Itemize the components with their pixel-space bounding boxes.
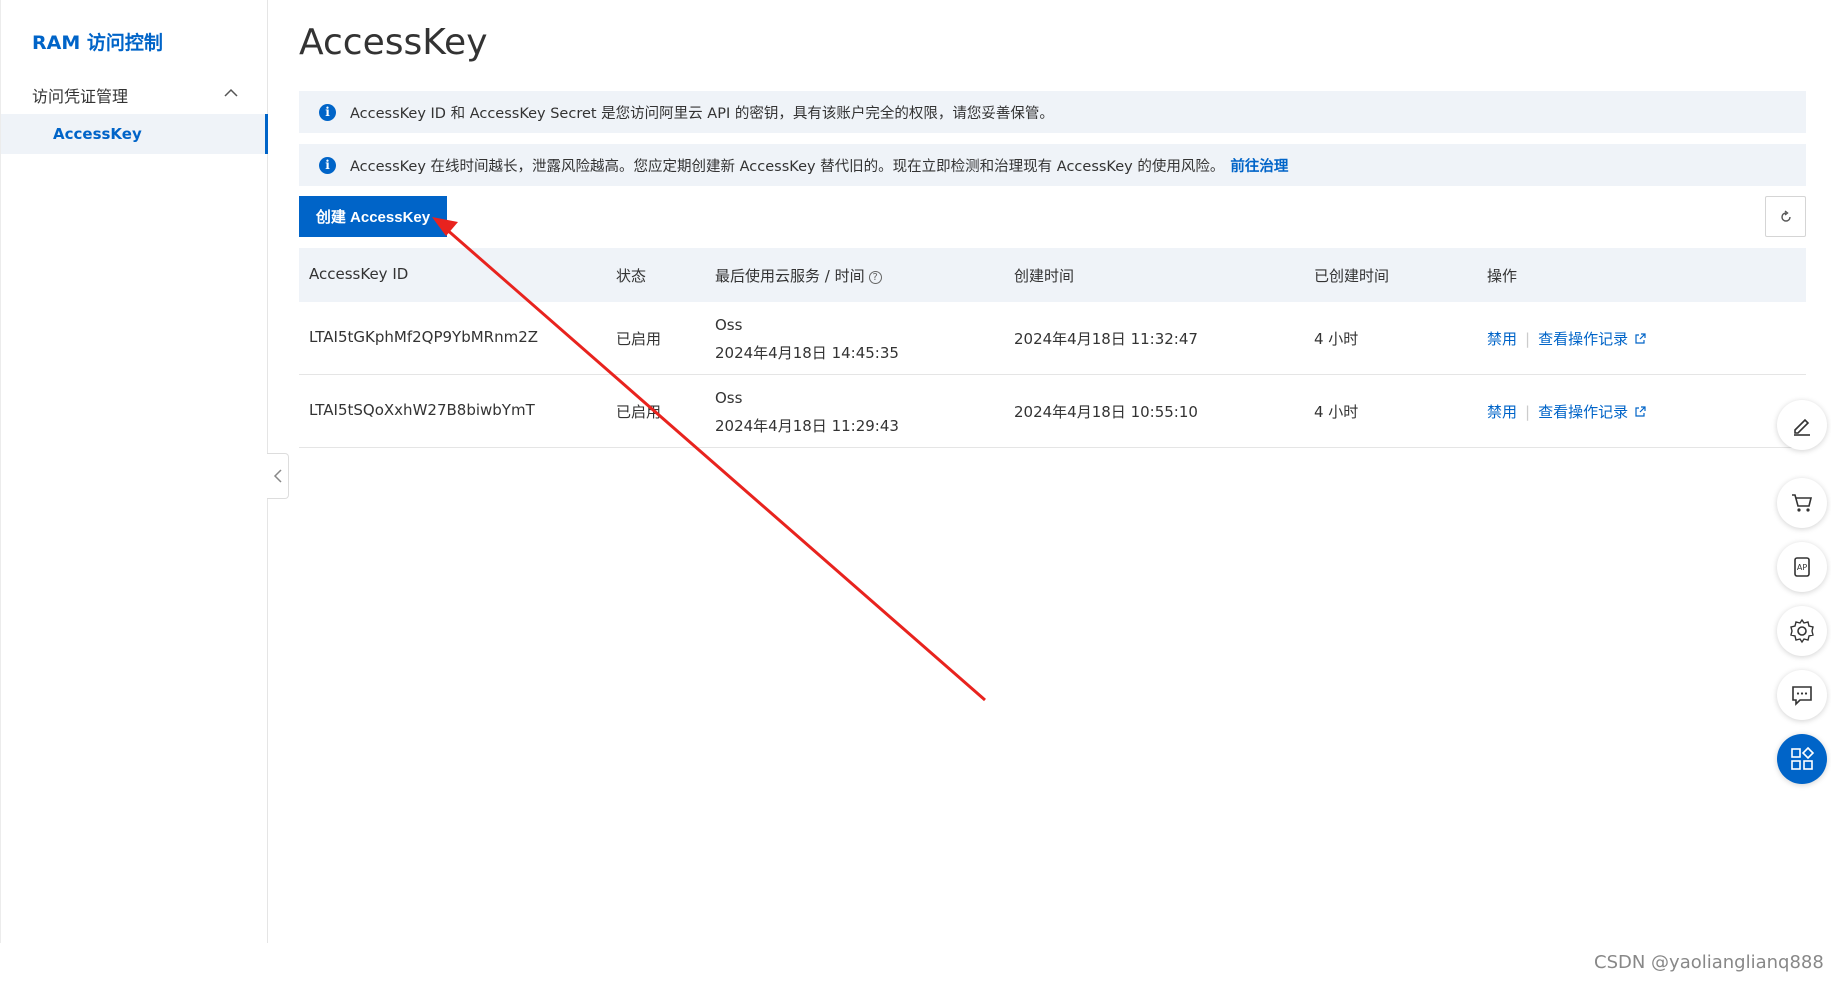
- cell-last-time: 2024年4月18日 11:29:43: [715, 417, 899, 435]
- api-button[interactable]: AP: [1777, 542, 1827, 592]
- divider: |: [1525, 330, 1531, 348]
- sidebar-group-label: 访问凭证管理: [32, 87, 129, 106]
- apps-button[interactable]: [1777, 734, 1827, 784]
- col-header-actions: 操作: [1487, 267, 1518, 285]
- sidebar-item-label: AccessKey: [53, 125, 142, 143]
- col-header-last-used: 最后使用云服务 / 时间?: [715, 265, 882, 286]
- sidebar-group-credentials[interactable]: 访问凭证管理: [1, 78, 268, 112]
- feedback-icon: [1792, 686, 1812, 706]
- col-header-status: 状态: [616, 267, 647, 285]
- view-log-link[interactable]: 查看操作记录: [1538, 403, 1628, 421]
- alert-text: AccessKey ID 和 AccessKey Secret 是您访问阿里云 …: [350, 105, 1054, 122]
- col-header-created: 创建时间: [1014, 267, 1075, 285]
- cart-icon: [1792, 494, 1813, 512]
- watermark: CSDN @yaolianglianq888: [1594, 952, 1824, 973]
- info-icon: i: [319, 156, 336, 174]
- cell-created: 2024年4月18日 11:32:47: [1014, 330, 1198, 348]
- alert-text: AccessKey 在线时间越长，泄露风险越高。您应定期创建新 AccessKe…: [350, 158, 1225, 175]
- feedback-button[interactable]: [1777, 670, 1827, 720]
- cell-id: LTAI5tSQoXxhW27B8biwbYmT: [309, 401, 535, 419]
- disable-link[interactable]: 禁用: [1487, 330, 1517, 348]
- cell-status: 已启用: [616, 330, 662, 348]
- col-header-id: AccessKey ID: [309, 265, 409, 283]
- chevron-left-icon: [273, 469, 282, 483]
- external-link-icon[interactable]: [1634, 333, 1646, 345]
- sidebar-item-accesskey[interactable]: AccessKey: [1, 114, 268, 154]
- info-icon: i: [319, 103, 336, 121]
- cell-age: 4 小时: [1314, 330, 1359, 348]
- alert-info-risk: i AccessKey 在线时间越长，泄露风险越高。您应定期创建新 Access…: [299, 144, 1806, 186]
- chevron-up-icon: [224, 88, 238, 97]
- api-icon: AP: [1794, 557, 1810, 577]
- alert-info-secret: i AccessKey ID 和 AccessKey Secret 是您访问阿里…: [299, 91, 1806, 133]
- cell-actions: 禁用 | 查看操作记录: [1487, 328, 1646, 349]
- sidebar: RAM 访问控制 访问凭证管理 AccessKey: [0, 0, 268, 943]
- cell-created: 2024年4月18日 10:55:10: [1014, 403, 1198, 421]
- col-header-last-used-label: 最后使用云服务 / 时间: [715, 267, 865, 285]
- table-row: LTAI5tGKphMf2QP9YbMRnm2Z 已启用 Oss 2024年4月…: [299, 302, 1806, 375]
- settings-icon: [1790, 618, 1814, 644]
- cell-age: 4 小时: [1314, 403, 1359, 421]
- accesskey-table: AccessKey ID 状态 最后使用云服务 / 时间? 创建时间 已创建时间…: [299, 248, 1806, 448]
- apps-icon: [1791, 746, 1815, 770]
- refresh-button[interactable]: [1765, 196, 1806, 237]
- disable-link[interactable]: 禁用: [1487, 403, 1517, 421]
- sidebar-collapse-button[interactable]: [267, 453, 289, 499]
- svg-text:AP: AP: [1797, 563, 1807, 572]
- cell-status: 已启用: [616, 403, 662, 421]
- table-header: AccessKey ID 状态 最后使用云服务 / 时间? 创建时间 已创建时间…: [299, 248, 1806, 302]
- edit-icon: [1794, 418, 1810, 436]
- settings-button[interactable]: [1777, 606, 1827, 656]
- cell-id: LTAI5tGKphMf2QP9YbMRnm2Z: [309, 328, 539, 346]
- edit-button[interactable]: [1777, 400, 1827, 450]
- external-link-icon[interactable]: [1634, 406, 1646, 418]
- col-header-age: 已创建时间: [1314, 267, 1390, 285]
- page-title: AccessKey: [299, 22, 488, 63]
- divider: |: [1525, 403, 1531, 421]
- cell-last-time: 2024年4月18日 14:45:35: [715, 344, 899, 362]
- view-log-link[interactable]: 查看操作记录: [1538, 330, 1628, 348]
- cell-actions: 禁用 | 查看操作记录: [1487, 401, 1646, 422]
- help-icon[interactable]: ?: [868, 271, 882, 284]
- table-row: LTAI5tSQoXxhW27B8biwbYmT 已启用 Oss 2024年4月…: [299, 375, 1806, 448]
- create-accesskey-button[interactable]: 创建 AccessKey: [299, 196, 447, 237]
- cart-button[interactable]: [1777, 478, 1827, 528]
- cell-service: Oss: [715, 316, 743, 334]
- refresh-icon: [1780, 209, 1791, 222]
- govern-link[interactable]: 前往治理: [1230, 155, 1288, 176]
- cell-service: Oss: [715, 389, 743, 407]
- brand-title[interactable]: RAM 访问控制: [32, 28, 163, 55]
